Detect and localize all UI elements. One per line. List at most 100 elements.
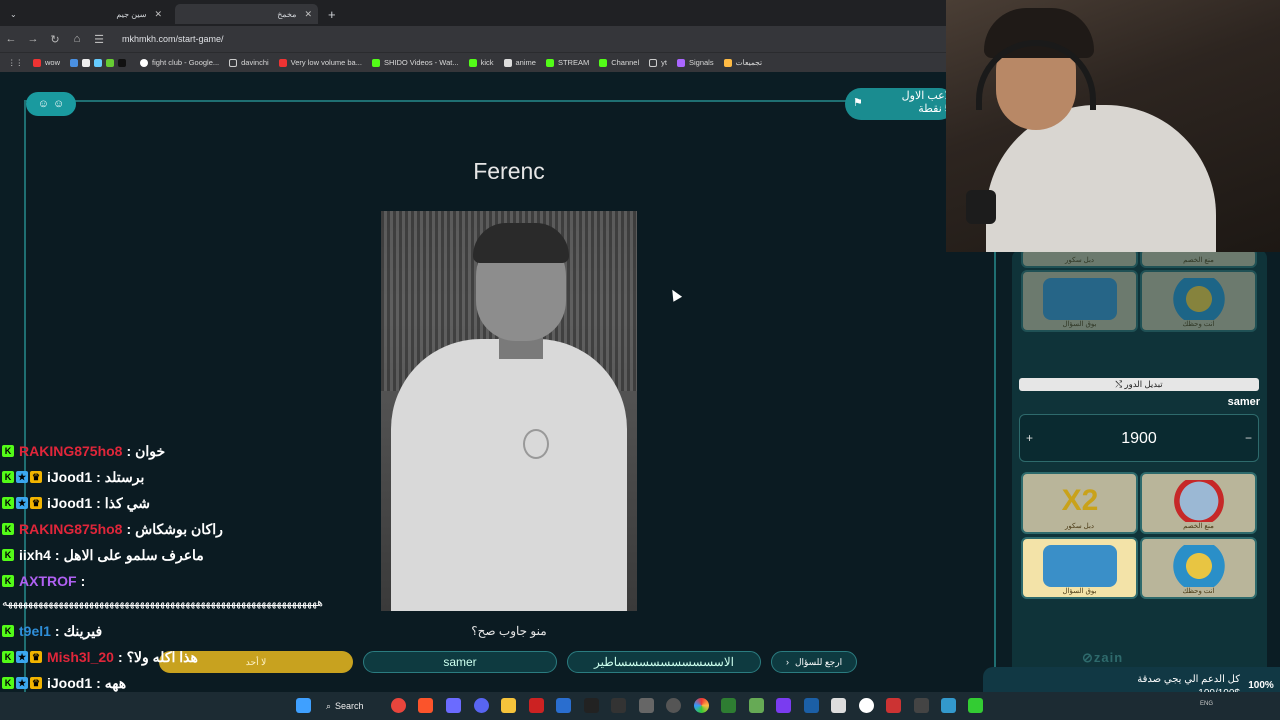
url-field[interactable]: mkhmkh.com/start-game/ — [122, 34, 224, 44]
bookmark-item[interactable]: STREAM — [545, 58, 589, 67]
card-label: انت وحظك — [1182, 588, 1215, 595]
bookmark-item[interactable]: fight club - Google... — [140, 58, 219, 67]
team-name: samer — [1227, 396, 1260, 408]
tab-sin-jim[interactable]: سين جيم ✕ — [30, 4, 168, 24]
double-score-card[interactable]: X2 دبل سكور — [1021, 472, 1138, 534]
chat-message-text: برستلد — [104, 468, 145, 485]
app-icon[interactable] — [749, 698, 764, 713]
app-icon[interactable] — [859, 698, 874, 713]
card-label: منع الخصم — [1183, 257, 1214, 264]
bookmark-item[interactable]: wow — [33, 58, 60, 67]
answer-samer-button[interactable]: samer — [363, 651, 557, 673]
chat-message-text: ماعرف سلمو على الاهل — [63, 546, 204, 563]
app-icon[interactable] — [831, 698, 846, 713]
question-horn-card[interactable]: بوق السؤال — [1021, 270, 1138, 332]
folder-icon[interactable] — [501, 698, 516, 713]
bookmark-item[interactable]: anime — [503, 58, 536, 67]
search-icon: ⌕ — [326, 700, 332, 711]
bookmark-item[interactable]: Very low volume ba... — [278, 58, 362, 67]
close-icon[interactable]: ✕ — [154, 9, 162, 20]
kick-icon — [599, 58, 608, 67]
bookmark-item[interactable]: Channel — [599, 58, 639, 67]
kick-badge-icon: K — [2, 677, 14, 689]
app-icon[interactable] — [639, 698, 654, 713]
chat-username[interactable]: t9el1 — [19, 623, 51, 639]
x2-icon: X2 — [1061, 484, 1099, 517]
tab-mkhmkh[interactable]: مخمخ ✕ — [175, 4, 318, 24]
kick-badge-icon: K — [2, 549, 14, 561]
signals-icon — [677, 58, 685, 67]
bookmark-folder[interactable]: davinchi — [229, 58, 269, 67]
chat-separator: : — [96, 495, 101, 511]
app-icon[interactable] — [886, 698, 901, 713]
chat-username[interactable]: AXTROF — [19, 573, 77, 589]
reload-icon[interactable]: ↻ — [44, 33, 66, 46]
bookmark-item[interactable]: Signals — [677, 58, 714, 67]
back-to-question-button[interactable]: ارجع للسؤال ‹ — [771, 651, 857, 673]
luck-wheel-card[interactable]: انت وحظك — [1140, 270, 1257, 332]
chrome-icon[interactable] — [391, 698, 406, 713]
app-icon[interactable] — [611, 698, 626, 713]
forward-arrow-icon[interactable]: → — [22, 33, 44, 45]
hair — [473, 223, 569, 263]
bookmark-item[interactable]: تجميعات — [723, 58, 762, 67]
chat-username[interactable]: iixh4 — [19, 547, 51, 563]
chat-username[interactable]: iJood1 — [47, 675, 92, 691]
app-icon[interactable] — [556, 698, 571, 713]
bookmark-folder[interactable]: yt — [649, 58, 667, 67]
brave-icon[interactable] — [418, 698, 433, 713]
bookmark-item[interactable] — [70, 58, 130, 67]
folder-icon — [229, 58, 238, 67]
youtube-icon — [278, 58, 287, 67]
cards-icon — [1043, 278, 1117, 320]
app-icon[interactable] — [694, 698, 709, 713]
epic-games-icon[interactable] — [584, 698, 599, 713]
webcam-overlay — [946, 0, 1280, 252]
chat-message: K RAKING875ho8: خوان — [2, 440, 165, 462]
app-icon[interactable] — [941, 698, 956, 713]
site-info-icon[interactable]: ☰ — [88, 33, 110, 46]
discord-icon[interactable] — [474, 698, 489, 713]
luck-wheel-card[interactable]: انت وحظك — [1140, 537, 1257, 599]
close-icon[interactable]: ✕ — [304, 9, 312, 20]
club-crest-icon — [523, 429, 549, 459]
language-indicator[interactable]: ENG — [1200, 701, 1213, 707]
home-icon[interactable]: ⌂ — [66, 33, 88, 45]
question-horn-card[interactable]: بوق السؤال — [1021, 537, 1138, 599]
app-icon[interactable] — [804, 698, 819, 713]
chat-username[interactable]: Mish3l_20 — [47, 649, 114, 665]
minus-button[interactable]: − — [1245, 431, 1252, 445]
kick-badge-icon: K — [2, 625, 14, 637]
donation-text: كل الدعم الي يجي صدقة — [1137, 674, 1240, 685]
kick-badge-icon: K — [2, 651, 14, 663]
apps-grid-icon[interactable]: ⋮⋮ — [8, 58, 23, 67]
new-tab-button[interactable]: + — [322, 4, 342, 24]
app-icon[interactable] — [529, 698, 544, 713]
card-label: بوق السؤال — [1062, 321, 1097, 328]
windows-start-icon[interactable] — [296, 698, 311, 713]
tab-menu-button[interactable]: ⌄ — [4, 4, 23, 24]
flag-icon[interactable]: ⚑ — [853, 96, 863, 109]
app-icon[interactable] — [446, 698, 461, 713]
block-opponent-card[interactable]: منع الخصم — [1140, 472, 1257, 534]
chat-message: K ★ ♛ iJood1: شي كذا — [2, 492, 150, 514]
bookmark-item[interactable]: kick — [468, 58, 494, 67]
xbox-icon[interactable] — [721, 698, 736, 713]
chat-username[interactable]: RAKING875ho8 — [19, 443, 122, 459]
answer-team-button[interactable]: الاسسسسسسسسسساطير — [567, 651, 761, 673]
app-icon[interactable] — [776, 698, 791, 713]
back-arrow-icon[interactable]: ← — [0, 33, 22, 45]
chat-username[interactable]: iJood1 — [47, 469, 92, 485]
chat-username[interactable]: iJood1 — [47, 495, 92, 511]
bookmark-item[interactable]: SHIDO Videos - Wat... — [371, 58, 459, 67]
taskbar-search[interactable]: ⌕ Search — [326, 697, 378, 715]
emoji-button[interactable]: ☺ ☺ — [26, 92, 76, 116]
back-label: ارجع للسؤال — [794, 656, 843, 667]
app-icon[interactable] — [968, 698, 983, 713]
prime-badge-icon: ★ — [16, 497, 28, 509]
app-icon[interactable] — [914, 698, 929, 713]
switch-turn-button[interactable]: تبديل الدور ⤭ — [1019, 378, 1259, 391]
chat-message-text: راكان بوشكاش — [135, 520, 223, 537]
app-icon[interactable] — [666, 698, 681, 713]
chat-username[interactable]: RAKING875ho8 — [19, 521, 122, 537]
